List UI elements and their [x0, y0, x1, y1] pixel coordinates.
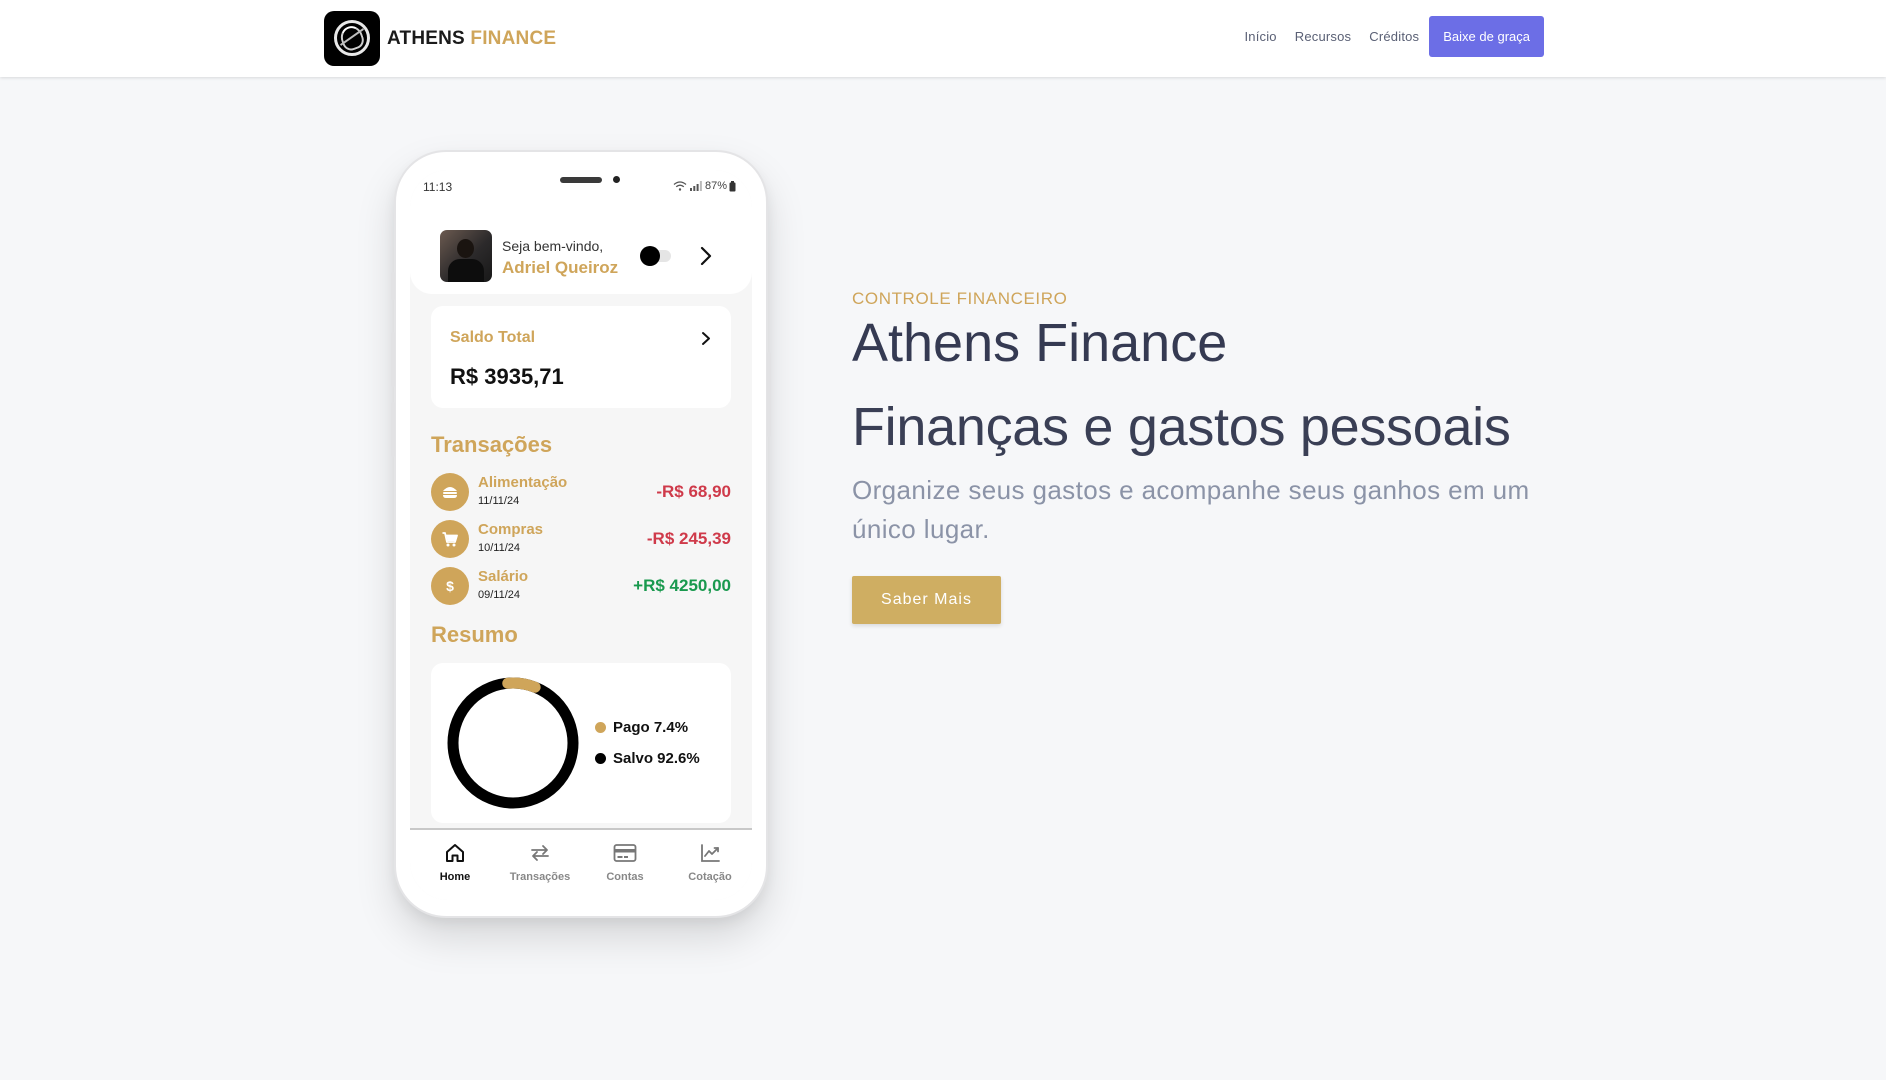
phone-volume-down: [391, 402, 395, 457]
nav-link-creditos[interactable]: Créditos: [1369, 29, 1419, 44]
summary-donut-chart: [447, 677, 579, 809]
status-time: 11:13: [423, 180, 453, 194]
transaction-amount: +R$ 4250,00: [633, 576, 731, 595]
welcome-header: Seja bem-vindo, Adriel Queiroz: [410, 214, 752, 294]
nav-link-recursos[interactable]: Recursos: [1295, 29, 1352, 44]
battery-percent: 87%: [704, 180, 727, 192]
brand-name: ATHENS FINANCE: [387, 28, 556, 50]
brand-name-primary: ATHENS: [387, 27, 465, 49]
transaction-date: 10/11/24: [478, 542, 521, 554]
transaction-row[interactable]: $ Salário 09/11/24 +R$ 4250,00: [431, 566, 731, 606]
tab-contas[interactable]: Contas: [585, 842, 665, 883]
welcome-greeting: Seja bem-vindo,: [502, 238, 604, 254]
legend-salvo: Salvo 92.6%: [595, 750, 700, 767]
transaction-name: Salário: [478, 568, 529, 585]
transaction-row[interactable]: Alimentação 11/11/24 -R$ 68,90: [431, 472, 731, 512]
transaction-amount: -R$ 68,90: [656, 482, 731, 501]
cart-icon: [431, 520, 469, 558]
tab-transacoes[interactable]: Transações: [500, 842, 580, 883]
navbar: ATHENS FINANCE Início Recursos Créditos …: [0, 0, 1886, 77]
status-icons: 87%: [673, 180, 739, 192]
tab-label: Contas: [606, 871, 644, 883]
status-bar: 11:13 87%: [410, 170, 752, 214]
dollar-icon: $: [431, 567, 469, 605]
legend-dot: [595, 722, 606, 733]
summary-card: Pago 7.4% Salvo 92.6%: [431, 663, 731, 823]
balance-value: R$ 3935,71: [450, 364, 564, 389]
balance-card[interactable]: Saldo Total R$ 3935,71: [431, 306, 731, 408]
nav-link-inicio[interactable]: Início: [1244, 29, 1276, 44]
tab-label: Cotação: [688, 871, 732, 883]
legend-label: Salvo 92.6%: [613, 750, 700, 767]
transactions-title: Transações: [431, 432, 553, 457]
transaction-date: 09/11/24: [478, 589, 521, 601]
transaction-name: Compras: [478, 521, 544, 538]
swap-icon: [531, 845, 549, 861]
legend-label: Pago 7.4%: [613, 719, 689, 736]
legend-pago: Pago 7.4%: [595, 719, 688, 736]
tab-home[interactable]: Home: [415, 842, 495, 883]
tab-label: Transações: [509, 871, 571, 883]
phone-side-button: [391, 272, 395, 300]
download-button[interactable]: Baixe de graça: [1429, 16, 1544, 57]
bottom-tab-bar: Home Transações Contas Cotação: [410, 828, 752, 900]
hero-subtitle: Finanças e gastos pessoais: [852, 397, 1511, 457]
tab-label: Home: [439, 871, 471, 883]
home-icon: [446, 844, 464, 862]
user-avatar[interactable]: [440, 230, 492, 282]
phone-volume-up: [391, 332, 395, 387]
wifi-icon: [673, 181, 687, 191]
card-icon: [613, 844, 637, 862]
phone-power-button: [767, 352, 771, 437]
camera-dot: [613, 176, 620, 183]
hero-title: Athens Finance: [852, 313, 1228, 373]
camera-notch: [560, 177, 602, 183]
chart-line-icon: [701, 844, 720, 862]
phone-screen: 11:13 87% Seja bem-vindo, Adriel Queiroz…: [410, 170, 752, 900]
burger-icon: [431, 473, 469, 511]
theme-toggle[interactable]: [640, 246, 671, 266]
user-name: Adriel Queiroz: [502, 258, 619, 277]
transaction-amount: -R$ 245,39: [646, 529, 731, 548]
chevron-right-icon[interactable]: [701, 331, 711, 346]
tab-cotacao[interactable]: Cotação: [670, 842, 750, 883]
transaction-row[interactable]: Compras 10/11/24 -R$ 245,39: [431, 519, 731, 559]
summary-title: Resumo: [431, 622, 518, 647]
athena-logo-icon: [324, 11, 380, 66]
hero-description: Organize seus gastos e acompanhe seus ga…: [852, 475, 1530, 544]
brand-name-accent: FINANCE: [470, 27, 557, 49]
signal-icon: [689, 181, 702, 191]
brand[interactable]: ATHENS FINANCE: [324, 11, 556, 66]
balance-label: Saldo Total: [450, 329, 536, 346]
battery-icon: [729, 180, 736, 191]
donut-salvo-ring: [447, 677, 579, 809]
learn-more-button[interactable]: Saber Mais: [852, 576, 1001, 624]
transaction-date: 11/11/24: [478, 495, 520, 507]
chevron-right-icon[interactable]: [700, 246, 712, 266]
nav-links: Início Recursos Créditos Baixe de graça: [1226, 16, 1544, 57]
transaction-name: Alimentação: [478, 474, 568, 491]
phone-mockup: 11:13 87% Seja bem-vindo, Adriel Queiroz…: [391, 150, 771, 918]
legend-dot: [595, 753, 606, 764]
hero-overline: CONTROLE FINANCEIRO: [852, 289, 1068, 308]
